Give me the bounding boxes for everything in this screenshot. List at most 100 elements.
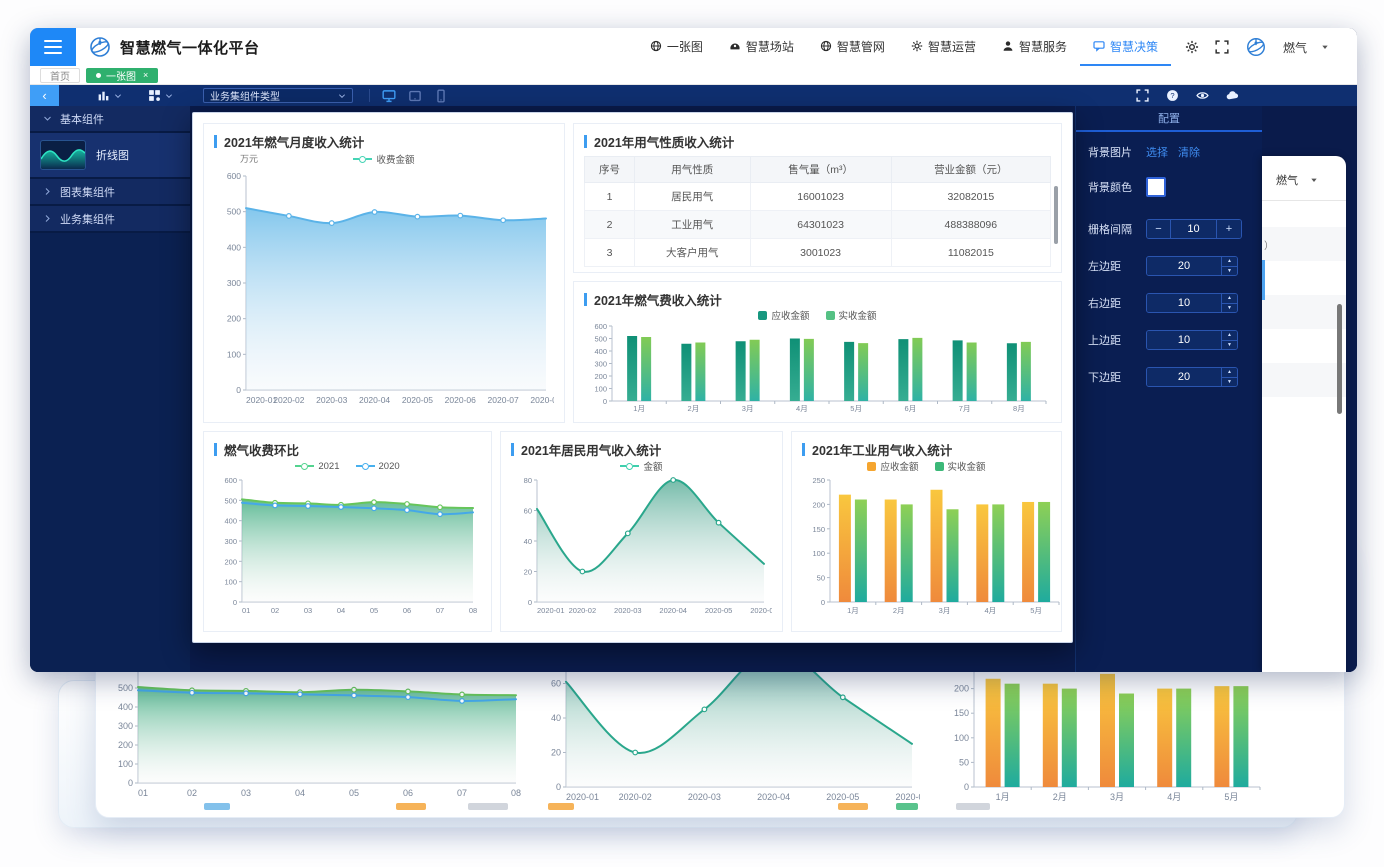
nav-item-智慧运营[interactable]: 智慧运营	[898, 28, 989, 66]
decrement-button[interactable]: −	[1147, 220, 1171, 238]
spinner-up-icon[interactable]: ▲	[1222, 368, 1237, 378]
component-type-value: 业务集组件类型	[210, 88, 280, 103]
svg-text:?: ?	[1170, 91, 1174, 100]
spinner-up-icon[interactable]: ▲	[1222, 257, 1237, 267]
settings-gear-icon[interactable]	[1185, 40, 1199, 54]
spinner-down-icon[interactable]: ▼	[1222, 378, 1237, 387]
choose-link[interactable]: 选择	[1146, 144, 1168, 160]
grid-gap-value[interactable]: 10	[1171, 220, 1217, 238]
legend-label: 应收金额	[771, 308, 809, 322]
legend-item-金额[interactable]: 金额	[620, 459, 662, 473]
tab-one-map[interactable]: 一张图 ×	[86, 68, 158, 83]
svg-text:08: 08	[511, 788, 521, 798]
component-type-select[interactable]: 业务集组件类型	[203, 88, 353, 103]
config-row-上边距: 上边距10▲▼	[1088, 330, 1250, 350]
svg-text:100: 100	[227, 349, 241, 359]
preview-eye-icon[interactable]	[1196, 89, 1209, 102]
spinner-down-icon[interactable]: ▼	[1222, 267, 1237, 276]
sidebar-section-图表集组件[interactable]: 图表集组件	[30, 179, 190, 206]
table-cell: 1	[585, 183, 635, 211]
background-gas-dropdown[interactable]: 燃气	[1262, 156, 1346, 188]
nav-item-智慧场站[interactable]: 智慧场站	[716, 28, 807, 66]
sidebar-section-label: 业务集组件	[60, 211, 115, 227]
fullscreen-icon[interactable]	[1136, 89, 1149, 102]
number-input-右边距[interactable]: 10▲▼	[1146, 293, 1238, 313]
svg-text:200: 200	[954, 684, 969, 694]
table-header-cell: 用气性质	[634, 157, 750, 183]
collapse-sidebar-button[interactable]: ‹	[30, 85, 59, 106]
nav-item-一张图[interactable]: 一张图	[637, 28, 716, 66]
svg-text:2020-06: 2020-06	[750, 606, 772, 615]
legend-item-应收金额[interactable]: 应收金额	[758, 308, 809, 322]
gas-dropdown[interactable]: 燃气	[1283, 39, 1329, 56]
background-color-swatch[interactable]	[1146, 177, 1166, 197]
svg-text:250: 250	[812, 476, 825, 485]
main-window: 智慧燃气一体化平台 一张图智慧场站智慧管网智慧运营智慧服务智慧决策 燃气 首页 …	[30, 28, 1357, 672]
tab-close-icon[interactable]: ×	[143, 70, 148, 80]
desktop-preview-icon[interactable]	[382, 89, 396, 103]
svg-text:2020-05: 2020-05	[402, 395, 433, 405]
table-scrollbar[interactable]	[1054, 186, 1058, 244]
legend-item-2021[interactable]: 2021	[295, 461, 339, 472]
divider	[369, 89, 370, 102]
number-value[interactable]: 10	[1147, 294, 1221, 312]
svg-text:0: 0	[603, 397, 607, 406]
table-row-fragment	[1262, 261, 1346, 295]
sidebar-section-基本组件[interactable]: 基本组件	[30, 106, 190, 133]
svg-text:100: 100	[594, 385, 607, 394]
number-input-上边距[interactable]: 10▲▼	[1146, 330, 1238, 350]
nav-item-智慧服务[interactable]: 智慧服务	[989, 28, 1080, 66]
person-icon	[1002, 40, 1014, 52]
svg-text:4月: 4月	[1167, 792, 1181, 802]
svg-text:0: 0	[528, 598, 532, 607]
legend-item-应收金额[interactable]: 应收金额	[867, 459, 918, 473]
active-dot-icon	[96, 73, 101, 78]
number-value[interactable]: 20	[1147, 257, 1221, 275]
nav-item-智慧管网[interactable]: 智慧管网	[807, 28, 898, 66]
config-panel-title: 配置	[1076, 106, 1262, 132]
help-icon[interactable]: ?	[1166, 89, 1179, 102]
svg-text:500: 500	[118, 683, 133, 693]
scrollbar[interactable]	[1337, 304, 1342, 414]
number-value[interactable]: 20	[1147, 368, 1221, 386]
table-row: 1居民用气1600102332082015	[585, 183, 1051, 211]
spinner-arrows: ▲▼	[1221, 368, 1237, 386]
legend-item-实收金额[interactable]: 实收金额	[826, 308, 877, 322]
card-resident-income: 2021年居民用气收入统计 金额 0204060802020-012020-02…	[500, 431, 783, 632]
increment-button[interactable]: +	[1217, 220, 1241, 238]
legend-item-实收金额[interactable]: 实收金额	[935, 459, 986, 473]
widget-components-dropdown[interactable]	[148, 89, 173, 102]
sidebar-item-line-chart[interactable]: 折线图	[30, 133, 190, 179]
number-input-下边距[interactable]: 20▲▼	[1146, 367, 1238, 387]
number-value[interactable]: 10	[1147, 331, 1221, 349]
fullscreen-icon[interactable]	[1215, 40, 1229, 54]
nav-item-智慧决策[interactable]: 智慧决策	[1080, 28, 1171, 66]
cutoff-legend-fragment	[396, 803, 426, 810]
hamburger-menu-button[interactable]	[30, 28, 76, 66]
number-input-左边距[interactable]: 20▲▼	[1146, 256, 1238, 276]
svg-text:1月: 1月	[847, 606, 859, 615]
svg-text:400: 400	[118, 702, 133, 712]
chart-title: 2021年燃气月度收入统计	[224, 132, 364, 151]
tablet-preview-icon[interactable]	[408, 89, 422, 103]
spinner-up-icon[interactable]: ▲	[1222, 294, 1237, 304]
table-cell: 32082015	[891, 183, 1050, 211]
tab-home[interactable]: 首页	[40, 68, 80, 83]
globe-icon	[650, 40, 662, 52]
globe-icon	[820, 40, 832, 52]
spinner-up-icon[interactable]: ▲	[1222, 331, 1237, 341]
svg-text:05: 05	[349, 788, 359, 798]
legend-item-收费金额[interactable]: 收费金额	[353, 152, 414, 166]
legend-item-2020[interactable]: 2020	[356, 461, 400, 472]
clear-link[interactable]: 清除	[1178, 144, 1200, 160]
save-cloud-icon[interactable]	[1226, 89, 1239, 102]
table-header-cell: 售气量（m³）	[750, 157, 891, 183]
svg-text:200: 200	[227, 314, 241, 324]
chart-components-dropdown[interactable]	[97, 89, 122, 102]
svg-text:60: 60	[524, 507, 532, 516]
spinner-down-icon[interactable]: ▼	[1222, 341, 1237, 350]
cutoff-legend-fragment	[204, 803, 230, 810]
spinner-down-icon[interactable]: ▼	[1222, 304, 1237, 313]
phone-preview-icon[interactable]	[434, 89, 448, 103]
sidebar-section-业务集组件[interactable]: 业务集组件	[30, 206, 190, 233]
